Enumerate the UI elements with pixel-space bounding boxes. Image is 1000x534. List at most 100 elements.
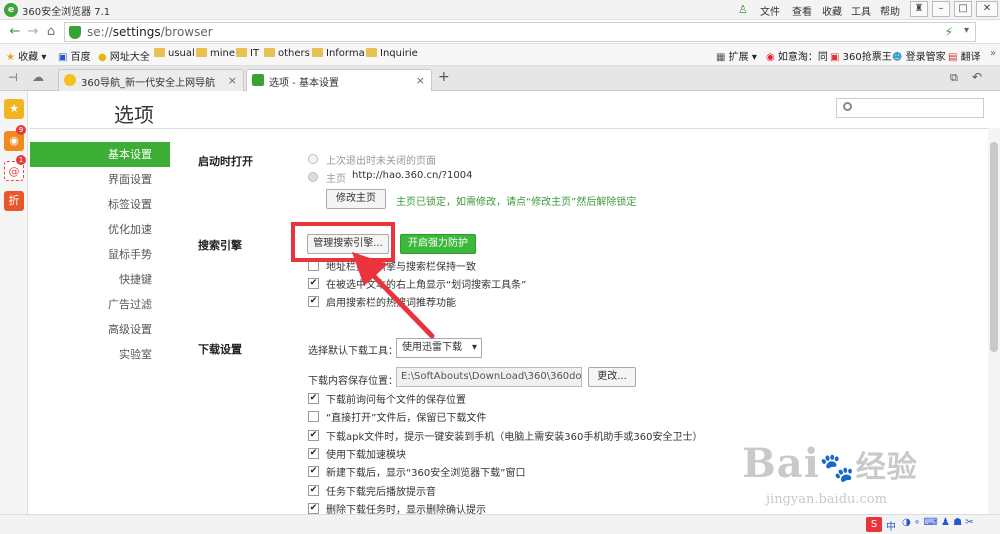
download-option-2-checkbox[interactable]: [308, 411, 319, 422]
folder-icon: [312, 48, 323, 57]
bookmark-folder-others[interactable]: others: [264, 48, 310, 59]
extensions-button[interactable]: ▦ 扩展 ▾: [716, 48, 757, 63]
bookmarks-bar: ★ 收藏 ▾ ▣ 百度 ● 网址大全 usual mine IT others …: [0, 44, 1000, 66]
lightning-icon[interactable]: ⚡: [945, 25, 953, 39]
sogou-ime-icon[interactable]: S: [866, 517, 882, 532]
download-option-2-label: “直接打开”文件后，保留已下载文件: [326, 413, 487, 424]
download-option-6-label: 任务下载完后播放提示音: [326, 487, 436, 498]
star-icon: ★: [6, 52, 15, 63]
menu-tools[interactable]: 工具: [851, 3, 871, 18]
close-icon[interactable]: ×: [228, 74, 237, 87]
download-option-6-checkbox[interactable]: ✔: [308, 485, 319, 496]
change-path-button[interactable]: 更改...: [588, 367, 636, 387]
settings-search-input[interactable]: [836, 98, 984, 118]
app-sidebar: ★ ◉ 9 @ 1 折 +: [0, 91, 28, 534]
maximize-button[interactable]: □: [954, 1, 972, 17]
download-section-title: 下载设置: [198, 343, 242, 356]
ticket-icon: ▣: [830, 52, 840, 63]
new-tab-button[interactable]: +: [438, 69, 450, 85]
search-icon: [843, 102, 852, 111]
menu-file[interactable]: 文件: [760, 3, 780, 18]
highlight-arrow: [352, 252, 435, 339]
bookmark-folder-it[interactable]: IT: [236, 48, 259, 59]
url-field[interactable]: se://settings/browser ⚡ ▾: [64, 22, 976, 42]
ext-translate[interactable]: ▤ 翻译: [948, 48, 981, 63]
bookmark-folder-usual[interactable]: usual: [154, 48, 195, 59]
download-path-field[interactable]: E:\SoftAbouts\DownLoad\360\360download: [396, 367, 582, 387]
nav-interface[interactable]: 界面设置: [30, 167, 170, 192]
download-option-4-label: 使用下载加速模块: [326, 450, 406, 461]
radio-restore-pages[interactable]: [308, 154, 318, 164]
ime-toolbar-icons[interactable]: ◑ ∘ ⌨ ♟ ☗ ✂: [902, 517, 974, 528]
tab-list-icon[interactable]: ⊣: [8, 71, 18, 84]
ext-ticket[interactable]: ▣ 360抢票王: [830, 48, 892, 63]
tab-settings[interactable]: 选项 - 基本设置 ×: [246, 69, 432, 91]
ext-ruyitao[interactable]: ◉ 如意淘：同: [766, 48, 828, 63]
download-option-1-label: 下载前询问每个文件的保存位置: [326, 395, 466, 406]
forward-icon[interactable]: →: [24, 23, 42, 41]
download-option-3-checkbox[interactable]: ✔: [308, 430, 319, 441]
scrollbar-thumb[interactable]: [990, 142, 998, 352]
bookmark-favorites[interactable]: ★ 收藏 ▾: [6, 48, 46, 63]
user-icon[interactable]: ♙: [738, 3, 750, 16]
nav-advanced[interactable]: 高级设置: [30, 317, 170, 342]
page-title: 选项: [114, 103, 154, 127]
search-option-2-checkbox[interactable]: ✔: [308, 278, 319, 289]
settings-page-icon: [252, 74, 264, 86]
bookmark-hao360[interactable]: ● 网址大全: [98, 48, 150, 63]
folder-icon: [366, 48, 377, 57]
window-tile-icon[interactable]: ⧉: [950, 71, 958, 85]
nav-tabs[interactable]: 标签设置: [30, 192, 170, 217]
folder-icon: [236, 48, 247, 57]
search-option-3-checkbox[interactable]: ✔: [308, 296, 319, 307]
close-icon[interactable]: ×: [416, 74, 425, 87]
download-option-5-checkbox[interactable]: ✔: [308, 466, 319, 477]
download-option-1-checkbox[interactable]: ✔: [308, 393, 319, 404]
ext-login-manager[interactable]: ☻ 登录管家: [892, 48, 946, 63]
tab-label: 360导航_新一代安全上网导航: [81, 78, 216, 89]
more-bookmarks-icon[interactable]: »: [990, 48, 996, 59]
minimize-button[interactable]: –: [932, 1, 950, 17]
bookmark-folder-mine[interactable]: mine: [196, 48, 235, 59]
skin-icon[interactable]: ♜: [910, 1, 928, 17]
menu-help[interactable]: 帮助: [880, 3, 900, 18]
close-button[interactable]: ✕: [976, 1, 998, 17]
folder-icon: [154, 48, 165, 57]
bookmark-baidu[interactable]: ▣ 百度: [58, 48, 91, 63]
download-option-3-label: 下载apk文件时，提示一键安装到手机（电脑上需安装360手机助手或360安全卫士…: [326, 432, 703, 443]
home-icon[interactable]: ⌂: [42, 23, 60, 41]
nav-gestures[interactable]: 鼠标手势: [30, 242, 170, 267]
download-option-7-checkbox[interactable]: ✔: [308, 503, 319, 514]
ime-mode[interactable]: 中: [886, 518, 896, 533]
menu-favorites[interactable]: 收藏: [822, 3, 842, 18]
folder-icon: [196, 48, 207, 57]
cloud-icon[interactable]: ☁: [32, 70, 44, 84]
discount-icon[interactable]: 折: [4, 191, 24, 211]
back-icon[interactable]: ←: [6, 23, 24, 41]
tab-label: 选项 - 基本设置: [269, 78, 339, 89]
chevron-down-icon[interactable]: ▾: [964, 25, 969, 36]
download-option-4-checkbox[interactable]: ✔: [308, 448, 319, 459]
grid-icon: ▦: [716, 52, 726, 63]
bookmark-folder-informa[interactable]: Informa: [312, 48, 365, 59]
bookmark-folder-inquirie[interactable]: Inquirie: [366, 48, 418, 59]
menu-view[interactable]: 查看: [792, 3, 812, 18]
radio-homepage[interactable]: [308, 172, 318, 182]
url-text: se://settings/browser: [87, 25, 213, 39]
tab-hao360[interactable]: 360导航_新一代安全上网导航 ×: [58, 69, 244, 91]
nav-shortcuts[interactable]: 快捷键: [30, 267, 170, 292]
mail-badge: 1: [16, 155, 26, 165]
weibo-badge: 9: [16, 125, 26, 135]
nav-basic[interactable]: 基本设置: [30, 142, 170, 167]
undo-close-icon[interactable]: ↶: [972, 70, 982, 84]
ruyitao-icon: ◉: [766, 52, 775, 63]
nav-lab[interactable]: 实验室: [30, 342, 170, 367]
hao360-icon: ●: [98, 52, 107, 63]
nav-adblock[interactable]: 广告过滤: [30, 292, 170, 317]
shield-icon: [69, 26, 81, 39]
download-path-label: 下载内容保存位置：: [308, 376, 398, 387]
modify-homepage-button[interactable]: 修改主页: [326, 189, 386, 209]
favorites-star-icon[interactable]: ★: [4, 99, 24, 119]
address-bar: ← → ⌂ se://settings/browser ⚡ ▾: [0, 20, 1000, 44]
nav-optimize[interactable]: 优化加速: [30, 217, 170, 242]
